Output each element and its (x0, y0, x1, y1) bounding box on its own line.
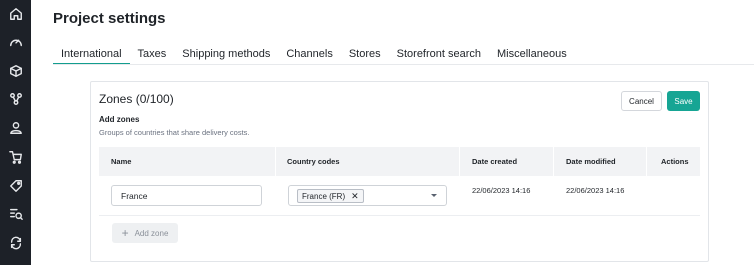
network-icon[interactable] (8, 91, 23, 106)
column-header-date-modified: Date modified (566, 157, 616, 166)
column-divider (646, 147, 647, 176)
add-zones-description: Groups of countries that share delivery … (99, 128, 250, 137)
column-header-name: Name (111, 157, 132, 166)
column-divider (275, 147, 276, 176)
date-modified-cell: 22/06/2023 14:16 (566, 186, 625, 195)
column-header-date-created: Date created (472, 157, 518, 166)
dashboard-icon[interactable] (8, 34, 23, 49)
add-zones-heading: Add zones (99, 115, 140, 124)
close-icon[interactable]: ✕ (351, 191, 359, 201)
zones-title: Zones (0/100) (99, 92, 174, 106)
tab-shipping-methods[interactable]: Shipping methods (174, 47, 278, 65)
add-zone-button[interactable]: + Add zone (112, 223, 178, 243)
chevron-down-icon[interactable] (431, 194, 437, 197)
column-header-actions: Actions (661, 157, 689, 166)
tags-icon[interactable] (8, 178, 23, 193)
country-chip: France (FR) ✕ (297, 189, 364, 203)
page-title: Project settings (53, 10, 166, 27)
list-search-icon[interactable] (8, 206, 23, 221)
tabs-divider (53, 64, 754, 65)
box-icon[interactable] (8, 63, 23, 78)
save-button[interactable]: Save (667, 91, 700, 111)
settings-tabs: International Taxes Shipping methods Cha… (53, 47, 575, 65)
zones-count: (0/100) (135, 92, 174, 106)
tab-international[interactable]: International (53, 47, 130, 65)
cart-icon[interactable] (8, 149, 23, 164)
country-chip-label: France (FR) (302, 191, 346, 201)
tab-storefront-search[interactable]: Storefront search (389, 47, 489, 65)
zone-name-input[interactable]: France (111, 185, 262, 206)
tab-taxes[interactable]: Taxes (130, 47, 175, 65)
country-codes-select[interactable]: France (FR) ✕ (288, 185, 447, 206)
tab-stores[interactable]: Stores (341, 47, 389, 65)
plus-icon: + (121, 226, 129, 240)
sync-icon[interactable] (8, 235, 23, 250)
zones-table-header: Name Country codes Date created Date mod… (99, 147, 700, 176)
zones-card: Zones (0/100) Add zones Groups of countr… (90, 81, 709, 262)
sidebar (0, 0, 31, 265)
date-created-cell: 22/06/2023 14:16 (472, 186, 531, 195)
column-divider (459, 147, 460, 176)
table-row: France France (FR) ✕ 22/06/2023 14:16 22… (99, 176, 700, 216)
column-divider (553, 147, 554, 176)
zones-title-label: Zones (99, 92, 133, 106)
home-icon[interactable] (8, 6, 23, 21)
tab-channels[interactable]: Channels (278, 47, 340, 65)
user-icon[interactable] (8, 120, 23, 135)
column-header-country-codes: Country codes (287, 157, 340, 166)
cancel-button[interactable]: Cancel (621, 91, 662, 111)
tab-miscellaneous[interactable]: Miscellaneous (489, 47, 575, 65)
add-zone-label: Add zone (134, 228, 169, 238)
